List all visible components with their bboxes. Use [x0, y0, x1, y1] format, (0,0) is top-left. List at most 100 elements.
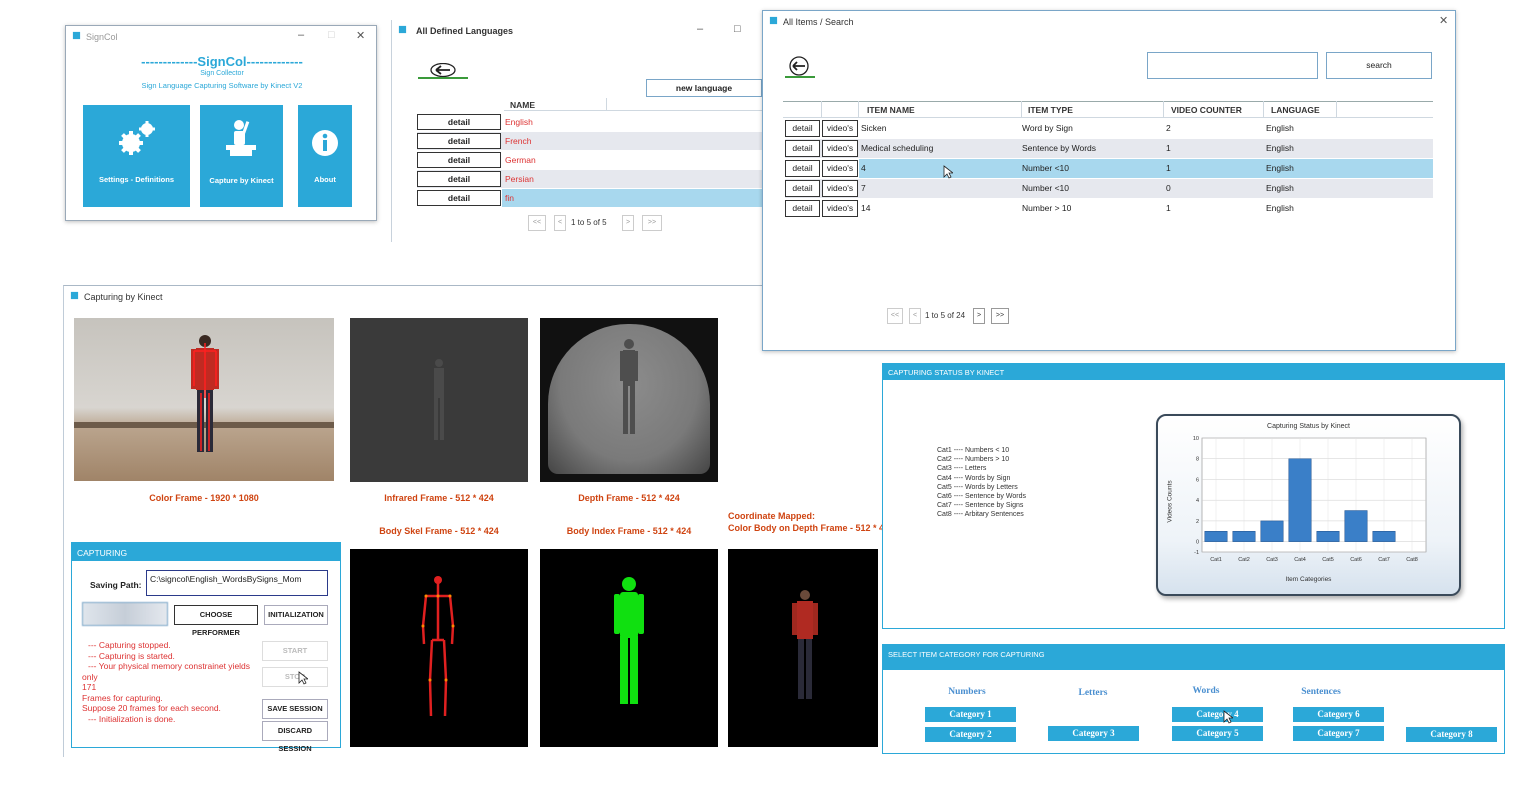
- legend-item: Cat7 ---- Sentence by Signs: [937, 502, 1024, 510]
- performer-field[interactable]: [82, 602, 168, 626]
- languages-titlebar: All Defined Languages – □: [392, 20, 761, 40]
- back-button[interactable]: [418, 62, 468, 79]
- settings-tile[interactable]: Settings - Definitions: [83, 105, 190, 207]
- mouse-cursor-icon: [943, 165, 953, 179]
- capture-tile[interactable]: Capture by Kinect: [200, 105, 283, 207]
- pager-prev[interactable]: <: [909, 308, 921, 324]
- coordinate-mapped-frame: [728, 549, 878, 747]
- group-letters: Letters: [1078, 688, 1108, 698]
- languages-table: detail English detail French detail German …: [417, 113, 762, 208]
- detail-button[interactable]: detail: [785, 120, 820, 137]
- item-type: Number <10: [1022, 183, 1070, 193]
- saving-path-input[interactable]: C:\signcol\English_WordsBySigns_Mom: [146, 570, 328, 596]
- status-panel-title: CAPTURING STATUS BY KINECT: [883, 364, 1504, 380]
- column-header-language: LANGUAGE: [1271, 105, 1320, 115]
- y-tick-label: 8: [1196, 457, 1199, 463]
- maximize-icon[interactable]: □: [734, 23, 741, 35]
- column-header-name: NAME: [510, 100, 536, 110]
- window-title: SignCol: [86, 32, 118, 42]
- detail-button[interactable]: detail: [417, 114, 501, 130]
- back-button[interactable]: [785, 56, 815, 78]
- table-row: detail video's Sicken Word by Sign 2 Eng…: [785, 119, 1433, 138]
- video-counter: 1: [1166, 143, 1171, 153]
- detail-button[interactable]: detail: [785, 180, 820, 197]
- language-name[interactable]: French: [505, 136, 531, 146]
- pager-last[interactable]: >>: [991, 308, 1009, 324]
- videos-button[interactable]: video's: [822, 180, 858, 197]
- table-row: detail video's 14 Number > 10 1 English: [785, 199, 1433, 218]
- pager-last[interactable]: >>: [642, 215, 662, 231]
- items-pager: << < 1 to 5 of 24 > >>: [887, 306, 1017, 326]
- language-name[interactable]: English: [505, 117, 533, 127]
- language-name[interactable]: German: [505, 155, 536, 165]
- video-counter: 2: [1166, 123, 1171, 133]
- detail-button[interactable]: detail: [417, 152, 501, 168]
- discard-session-button[interactable]: DISCARD SESSION: [262, 721, 328, 753]
- select-panel: SELECT ITEM CATEGORY FOR CAPTURING Numbe…: [882, 644, 1505, 754]
- app-icon: [398, 25, 407, 34]
- start-capturing-button[interactable]: START CAPTURIN: [262, 641, 328, 661]
- languages-pager: << < 1 to 5 of 5 > >>: [528, 215, 668, 231]
- signcol-subtitle: Sign Collector: [200, 70, 244, 77]
- category-6-button[interactable]: Category 6: [1293, 707, 1384, 722]
- gear-icon: [119, 121, 155, 155]
- item-name: 7: [861, 183, 866, 193]
- status-panel: CAPTURING STATUS BY KINECT Cat1 ---- Num…: [882, 363, 1505, 629]
- bar-chart: -1 0 2 4 6 8 10 Cat1 Cat2 Cat3 Cat4 Cat5 Cat6 Cat7 Cat…: [1193, 436, 1427, 563]
- detail-button[interactable]: detail: [417, 190, 501, 206]
- language-name[interactable]: Persian: [505, 174, 534, 184]
- select-panel-title: SELECT ITEM CATEGORY FOR CAPTURING: [883, 645, 1504, 670]
- category-1-button[interactable]: Category 1: [925, 707, 1016, 722]
- videos-button[interactable]: video's: [822, 120, 858, 137]
- maximize-icon[interactable]: □: [328, 29, 335, 41]
- videos-button[interactable]: video's: [822, 160, 858, 177]
- stop-button[interactable]: STOP: [262, 667, 328, 687]
- category-8-button[interactable]: Category 8: [1406, 727, 1497, 742]
- initialization-button[interactable]: INITIALIZATION: [264, 605, 328, 625]
- pager-next[interactable]: >: [622, 215, 634, 231]
- category-5-button[interactable]: Category 5: [1172, 726, 1263, 741]
- videos-button[interactable]: video's: [822, 200, 858, 217]
- new-language-button[interactable]: new language: [646, 79, 762, 97]
- legend-item: Cat2 ---- Numbers > 10: [937, 456, 1010, 464]
- pager-first[interactable]: <<: [528, 215, 546, 231]
- search-button[interactable]: search: [1326, 52, 1432, 79]
- legend-item: Cat6 ---- Sentence by Words: [937, 493, 1026, 501]
- y-tick-label: -1: [1194, 550, 1199, 556]
- detail-button[interactable]: detail: [785, 140, 820, 157]
- save-session-button[interactable]: SAVE SESSION: [262, 699, 328, 719]
- body-skel-frame: [350, 549, 528, 747]
- detail-button[interactable]: detail: [785, 200, 820, 217]
- y-tick-label: 10: [1193, 436, 1199, 442]
- language-name[interactable]: fin: [505, 193, 514, 203]
- about-tile[interactable]: About: [298, 105, 352, 207]
- choose-performer-button[interactable]: CHOOSE PERFORMER: [174, 605, 258, 637]
- mouse-cursor-icon: [1223, 710, 1233, 724]
- pager-first[interactable]: <<: [887, 308, 903, 324]
- pager-prev[interactable]: <: [554, 215, 566, 231]
- item-language: English: [1266, 123, 1294, 133]
- minimize-icon[interactable]: –: [298, 29, 304, 41]
- minimize-icon[interactable]: –: [697, 23, 703, 35]
- pager-next[interactable]: >: [973, 308, 985, 324]
- saving-path-label: Saving Path:: [90, 580, 142, 590]
- category-2-button[interactable]: Category 2: [925, 727, 1016, 742]
- search-input[interactable]: [1147, 52, 1318, 79]
- bar: [1260, 520, 1284, 542]
- bar: [1372, 531, 1396, 542]
- legend-item: Cat5 ---- Words by Letters: [937, 483, 1018, 491]
- back-arrow-icon: [789, 56, 809, 76]
- category-3-button[interactable]: Category 3: [1048, 726, 1139, 741]
- log-line: --- Capturing is started.: [88, 650, 175, 661]
- detail-button[interactable]: detail: [417, 133, 501, 149]
- detail-button[interactable]: detail: [785, 160, 820, 177]
- y-tick-label: 4: [1196, 498, 1199, 504]
- legend-item: Cat4 ---- Words by Sign: [937, 474, 1011, 482]
- detail-button[interactable]: detail: [417, 171, 501, 187]
- category-4-button[interactable]: Category 4: [1172, 707, 1263, 722]
- videos-button[interactable]: video's: [822, 140, 858, 157]
- close-icon[interactable]: ✕: [356, 29, 365, 42]
- close-icon[interactable]: ✕: [1439, 14, 1448, 27]
- category-7-button[interactable]: Category 7: [1293, 726, 1384, 741]
- items-window: All Items / Search ✕ search ITEM NAME IT…: [762, 10, 1456, 351]
